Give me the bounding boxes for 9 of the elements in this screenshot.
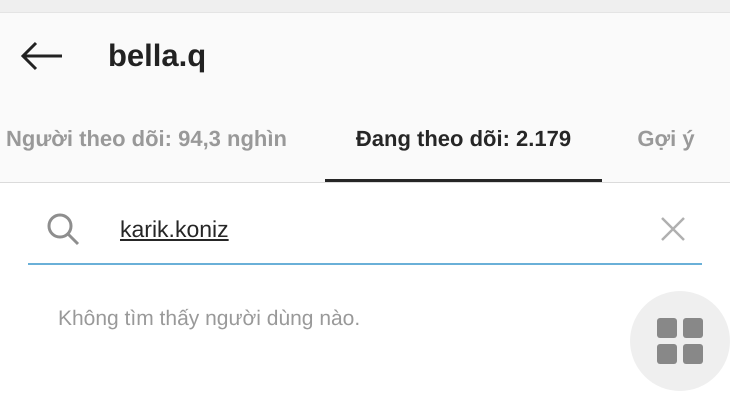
- search-field[interactable]: karik.koniz: [28, 195, 702, 265]
- search-icon: [46, 212, 80, 246]
- empty-message: Không tìm thấy người dùng nào.: [58, 307, 362, 331]
- search-query: karik.koniz: [120, 216, 229, 242]
- grid-icon: [657, 318, 703, 364]
- tab[interactable]: Đang theo dõi: 2.179: [325, 99, 602, 182]
- username-title: bella.q: [108, 38, 206, 74]
- close-icon[interactable]: [660, 216, 686, 242]
- back-arrow-icon[interactable]: [20, 41, 64, 71]
